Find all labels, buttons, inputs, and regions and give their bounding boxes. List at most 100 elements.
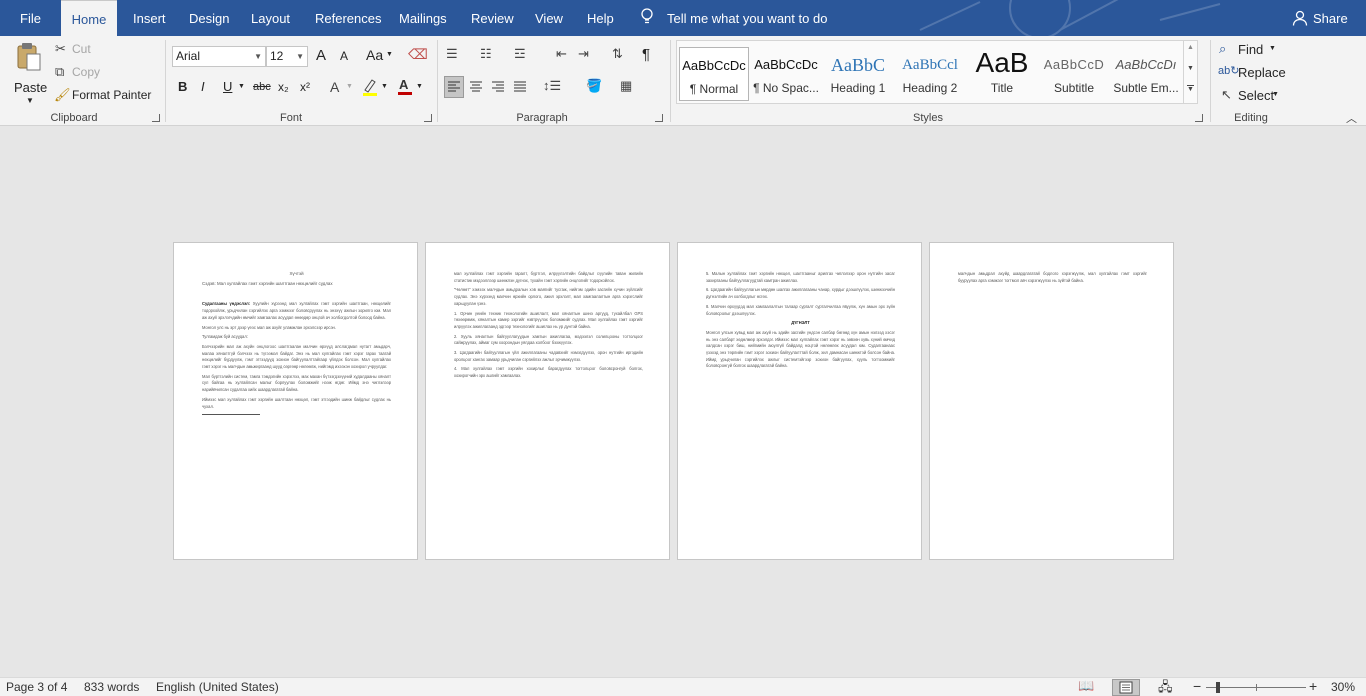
replace-button[interactable]: Replace <box>1238 65 1286 80</box>
bullets-icon[interactable]: ☰ <box>446 46 458 62</box>
doc-heading: Хүчтэй <box>289 271 304 276</box>
word-count[interactable]: 833 words <box>84 680 139 694</box>
editing-group-label: Editing <box>1234 112 1268 124</box>
tab-help[interactable]: Help <box>587 0 614 36</box>
sort-icon[interactable]: ⇅ <box>612 46 623 62</box>
document-area[interactable]: Хүчтэй Сэдэв: Мал хулгайлах гэмт хэргийн… <box>0 127 1366 677</box>
font-size-combo[interactable]: 12 ▼ <box>266 46 308 67</box>
tab-mailings[interactable]: Mailings <box>399 0 447 36</box>
style-no-spacing[interactable]: AaBbCcDc ¶ No Spac... <box>751 47 821 101</box>
decrease-indent-icon[interactable]: ⇤ <box>556 46 567 62</box>
paste-label: Paste <box>14 80 48 95</box>
superscript-button[interactable]: x² <box>300 80 310 94</box>
style-heading-1[interactable]: AaBbC Heading 1 <box>823 47 893 101</box>
chevron-down-icon[interactable]: ▼ <box>1187 65 1194 72</box>
more-styles-icon[interactable]: ▼ <box>1187 85 1194 93</box>
clipboard-launcher-icon[interactable] <box>152 114 160 122</box>
print-layout-button[interactable] <box>1112 679 1140 696</box>
page-count[interactable]: Page 3 of 4 <box>6 680 67 694</box>
cut-button[interactable]: Cut <box>72 42 91 56</box>
read-mode-icon[interactable]: 📖 <box>1078 678 1094 694</box>
page-text[interactable]: 5. Малын хулгайлах гэмт хэргийн нөхцөл, … <box>706 271 895 373</box>
increase-indent-icon[interactable]: ⇥ <box>578 46 589 62</box>
subscript-button[interactable]: x₂ <box>278 80 289 94</box>
chevron-up-icon[interactable]: ▲ <box>1187 44 1194 51</box>
doc-paragraph: 4. Мал хулгайлах гэмт хэргийн хохирлыг б… <box>454 366 643 379</box>
page-text[interactable]: малчдын амьдрал ахуйд шаардлагатай бодло… <box>958 271 1147 287</box>
style-subtitle[interactable]: AaBbCcD Subtitle <box>1039 47 1109 101</box>
zoom-slider[interactable] <box>1206 682 1306 693</box>
find-button[interactable]: Find <box>1238 42 1263 57</box>
zoom-slider-thumb[interactable] <box>1216 682 1220 693</box>
tab-view[interactable]: View <box>535 0 563 36</box>
align-left-button[interactable] <box>444 76 464 98</box>
select-button[interactable]: Select <box>1238 88 1274 103</box>
eraser-icon[interactable]: ⌫ <box>408 46 428 63</box>
tab-review[interactable]: Review <box>471 0 514 36</box>
page-1[interactable]: Хүчтэй Сэдэв: Мал хулгайлах гэмт хэргийн… <box>173 242 418 560</box>
doc-paragraph: Монгол улсын хувьд мал аж ахуй нь эдийн … <box>706 329 895 369</box>
web-layout-icon[interactable]: 🖧 <box>1158 678 1173 696</box>
zoom-in-icon[interactable]: + <box>1309 678 1317 694</box>
line-spacing-icon[interactable]: ↕☰ <box>543 78 561 94</box>
align-right-icon[interactable] <box>489 77 507 97</box>
copy-button[interactable]: Copy <box>72 65 100 79</box>
shading-icon[interactable]: 🪣 <box>586 78 602 94</box>
font-launcher-icon[interactable] <box>424 114 432 122</box>
tab-file[interactable]: File <box>20 0 41 36</box>
paragraph-launcher-icon[interactable] <box>655 114 663 122</box>
style-title[interactable]: AaB Title <box>967 47 1037 101</box>
doc-paragraph: 6. Цагдаагийн байгууллагын мөрдөн шалгах… <box>706 287 895 300</box>
strikethrough-button[interactable]: abc <box>253 81 271 93</box>
multilevel-list-icon[interactable]: ☲ <box>514 46 526 62</box>
style-normal[interactable]: AaBbCcDc ¶ Normal <box>679 47 749 101</box>
justify-icon[interactable] <box>511 77 529 97</box>
font-name-combo[interactable]: Arial ▼ <box>172 46 266 67</box>
chevron-down-icon: ▼ <box>238 83 245 90</box>
zoom-level[interactable]: 30% <box>1331 680 1355 694</box>
paste-button[interactable]: Paste ▼ <box>8 40 48 106</box>
lightbulb-icon <box>640 8 654 26</box>
styles-scrollbar[interactable]: ▲ ▼ ▼ <box>1183 41 1197 103</box>
zoom-out-icon[interactable]: − <box>1193 678 1201 694</box>
format-painter-button[interactable]: Format Painter <box>72 88 151 102</box>
grow-font-button[interactable]: A <box>316 47 326 64</box>
borders-icon[interactable]: ▦ <box>620 78 632 94</box>
align-center-icon[interactable] <box>467 77 485 97</box>
numbering-icon[interactable]: ☷ <box>480 46 492 62</box>
page-text[interactable]: мал хулгайлах гэмт хэргийн гаралт, бүртг… <box>454 271 643 383</box>
svg-text:A: A <box>399 77 409 92</box>
clipboard-icon <box>16 42 42 72</box>
shrink-font-button[interactable]: A <box>340 49 348 63</box>
tab-home[interactable]: Home <box>61 0 117 36</box>
page-3[interactable]: 5. Малын хулгайлах гэмт хэргийн нөхцөл, … <box>677 242 922 560</box>
page-4[interactable]: малчдын амьдрал ахуйд шаардлагатай бодло… <box>929 242 1174 560</box>
styles-launcher-icon[interactable] <box>1195 114 1203 122</box>
page-text[interactable]: Хүчтэй Сэдэв: Мал хулгайлах гэмт хэргийн… <box>202 271 391 416</box>
style-heading-2[interactable]: AaBbCcl Heading 2 <box>895 47 965 101</box>
chevron-down-icon: ▼ <box>26 96 34 105</box>
tab-layout[interactable]: Layout <box>251 0 290 36</box>
tell-me-search[interactable]: Tell me what you want to do <box>667 0 827 36</box>
tab-references[interactable]: References <box>315 0 381 36</box>
highlighter-icon[interactable] <box>362 78 378 96</box>
tab-insert[interactable]: Insert <box>133 0 166 36</box>
language-indicator[interactable]: English (United States) <box>156 680 279 694</box>
show-hide-button[interactable]: ¶ <box>642 46 650 63</box>
tab-design[interactable]: Design <box>189 0 229 36</box>
underline-button[interactable]: U <box>223 79 232 94</box>
style-name: Heading 1 <box>830 81 886 95</box>
collapse-ribbon-icon[interactable]: ︿ <box>1346 110 1357 126</box>
share-button[interactable]: Share <box>1313 0 1348 36</box>
font-color-icon[interactable]: A <box>397 77 413 96</box>
doc-paragraph: Бэлчээрийн мал аж ахуйн онцлогоос шалтга… <box>202 343 391 370</box>
italic-button[interactable]: I <box>201 79 205 94</box>
page-2[interactable]: мал хулгайлах гэмт хэргийн гаралт, бүртг… <box>425 242 670 560</box>
doc-paragraph: мал хулгайлах гэмт хэргийн гаралт, бүртг… <box>454 271 643 283</box>
style-preview: AaBbCcDc <box>682 58 746 73</box>
text-effects-icon[interactable]: A <box>330 79 339 95</box>
font-size-value: 12 <box>270 49 284 63</box>
bold-button[interactable]: B <box>178 79 187 94</box>
style-subtle-emphasis[interactable]: AaBbCcDı Subtle Em... <box>1111 47 1181 101</box>
change-case-button[interactable]: Aa <box>366 47 383 63</box>
